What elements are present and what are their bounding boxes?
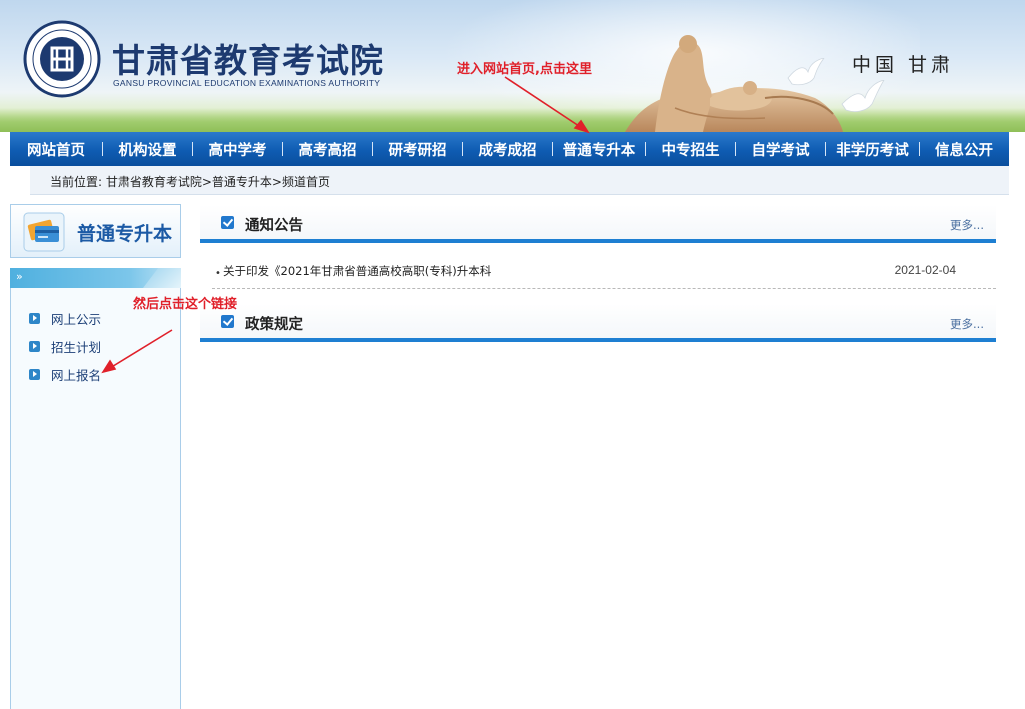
news-date: 2021-02-04	[894, 263, 956, 277]
checkbox-icon	[221, 315, 234, 328]
breadcrumb-path[interactable]: 甘肃省教育考试院>普通专升本>频道首页	[106, 175, 330, 189]
sidebar-strip-tail	[143, 268, 181, 288]
sidebar-item-label[interactable]: 招生计划	[51, 337, 101, 356]
main-nav: 网站首页 机构设置 高中学考 高考高招 研考研招 成考成招 普通专升本 中专招生…	[10, 132, 1009, 166]
sidebar-strip: »	[10, 268, 181, 288]
sidebar-item-label[interactable]: 网上公示	[51, 309, 101, 328]
nav-item-college-entrance[interactable]: 高考高招	[283, 132, 372, 166]
section-header-policies: 政策规定 更多...	[200, 304, 996, 342]
section-header-notices: 通知公告 更多...	[200, 205, 996, 243]
breadcrumb-prefix: 当前位置:	[50, 175, 103, 189]
section-title: 通知公告	[245, 218, 303, 234]
more-link[interactable]: 更多...	[950, 316, 984, 332]
site-subtitle: GANSU PROVINCIAL EDUCATION EXAMINATIONS …	[113, 78, 381, 88]
checkbox-icon	[221, 216, 234, 229]
card-icon	[23, 212, 65, 252]
site-title: 甘肃省教育考试院	[112, 41, 384, 80]
nav-item-graduate-exam[interactable]: 研考研招	[373, 132, 462, 166]
region-label: 中国 甘肃	[852, 54, 955, 76]
list-bullet: •	[215, 268, 221, 279]
dove-icon	[841, 80, 885, 112]
nav-item-organization[interactable]: 机构设置	[103, 132, 192, 166]
arrow-bullet-icon	[29, 313, 40, 324]
sidebar-item-online-announcement[interactable]: 网上公示	[29, 309, 101, 328]
chevron-right-icon: »	[16, 270, 23, 283]
arrow-bullet-icon	[29, 369, 40, 380]
nav-item-adult-exam[interactable]: 成考成招	[463, 132, 552, 166]
authority-logo	[23, 20, 101, 98]
sidebar-item-enrollment-plan[interactable]: 招生计划	[29, 337, 101, 356]
sidebar-item-label[interactable]: 网上报名	[51, 365, 101, 384]
nav-item-upgrade-bachelor[interactable]: 普通专升本	[553, 132, 645, 166]
sidebar-item-online-registration[interactable]: 网上报名	[29, 365, 101, 384]
header-banner: 甘肃省教育考试院 GANSU PROVINCIAL EDUCATION EXAM…	[0, 0, 1025, 132]
sidebar-body: 网上公示 招生计划 网上报名	[10, 288, 181, 709]
breadcrumb-pad	[10, 166, 30, 195]
nav-item-self-study-exam[interactable]: 自学考试	[736, 132, 825, 166]
nav-item-secondary-vocational[interactable]: 中专招生	[646, 132, 735, 166]
nav-item-home[interactable]: 网站首页	[10, 132, 102, 166]
more-link[interactable]: 更多...	[950, 217, 984, 233]
news-title-link[interactable]: 关于印发《2021年甘肃省普通高校高职(专科)升本科	[223, 263, 491, 279]
annotation-top-text: 进入网站首页,点击这里	[457, 62, 592, 77]
nav-item-information-disclosure[interactable]: 信息公开	[920, 132, 1008, 166]
arrow-bullet-icon	[29, 341, 40, 352]
list-item: • 关于印发《2021年甘肃省普通高校高职(专科)升本科 2021-02-04	[212, 259, 996, 289]
annotation-side-text: 然后点击这个链接	[133, 297, 238, 312]
section-title: 政策规定	[245, 317, 303, 333]
sidebar-header: 普通专升本	[10, 204, 181, 258]
nav-item-non-degree-exam[interactable]: 非学历考试	[826, 132, 919, 166]
sidebar-title: 普通专升本	[77, 223, 173, 245]
nav-item-high-school-exam[interactable]: 高中学考	[193, 132, 282, 166]
dove-icon	[787, 58, 825, 86]
breadcrumb: 当前位置: 甘肃省教育考试院>普通专升本>频道首页	[50, 173, 330, 190]
breadcrumb-bar: 当前位置: 甘肃省教育考试院>普通专升本>频道首页	[10, 166, 1009, 195]
